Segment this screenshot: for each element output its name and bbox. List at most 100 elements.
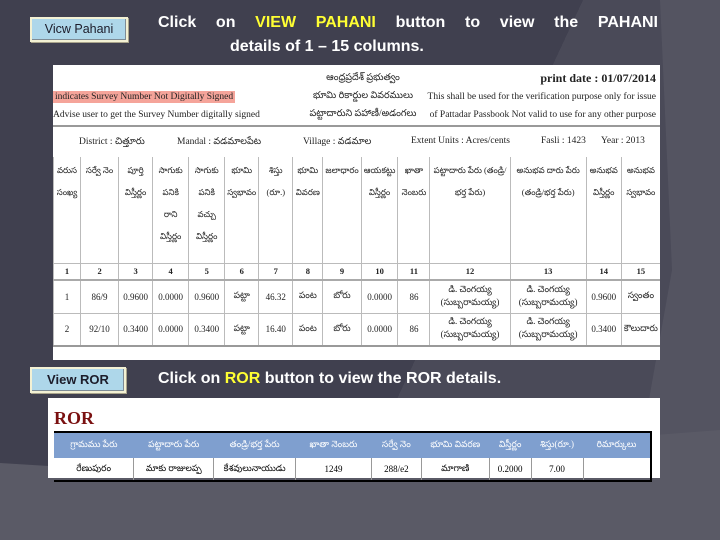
pahani-column-header: సాగుకు పనికి రాని విస్తీర్ణం: [152, 157, 189, 263]
ror-document: ROR గ్రామము పేరు పట్టాదారు పేరు తండ్రి/భర్…: [48, 398, 660, 482]
pahani-column-number-row: 1 2 3 4 5 6 7 8 9 10 11 12 13 14 15: [53, 262, 660, 281]
table-cell: రేణుపురం: [76, 462, 112, 473]
table-cell: 0.3400: [585, 313, 622, 347]
instruction-text: Click on: [158, 370, 225, 387]
pahani-column-number: 6: [224, 262, 259, 281]
ror-column-header: విస్తీర్ణం: [489, 432, 532, 458]
instruction-highlight: VIEW PAHANI: [255, 14, 376, 31]
pahani-meta: District : చిత్తూరు Mandal : వడమాలపేట Vi…: [53, 127, 660, 157]
table-cell: డి. చెంగయ్య (సుబ్బరామయ్య): [429, 313, 511, 347]
pahani-header-row: వరుస సంఖ్య సర్వే నెం పూర్తి విస్తీర్ణం సాగు…: [53, 157, 660, 263]
pahani-column-number: 7: [258, 262, 293, 281]
table-cell: 2: [53, 313, 81, 347]
pahani-column-header: అనుభవ స్వభావం: [620, 157, 660, 263]
pahani-instruction-line2: details of 1 – 15 columns.: [230, 38, 424, 55]
table-cell: 92/10: [80, 313, 119, 347]
table-row: రేణుపురం మాకు రాజులప్ప కేశవులునాయుడు 1249 28…: [54, 458, 651, 481]
table-cell: 86/9: [80, 280, 119, 314]
table-cell: పంట: [292, 313, 323, 347]
pahani-column-number: 2: [80, 262, 119, 281]
pahani-column-number: 9: [322, 262, 362, 281]
table-cell: పట్టా: [224, 313, 259, 347]
pahani-column-number: 4: [152, 262, 189, 281]
pahani-header: indicates Survey Number Not Digitally Si…: [53, 65, 660, 127]
fasli: Fasli : 1423: [541, 136, 586, 146]
government-title: ఆంధ్రప్రదేశ్ ప్రభుత్వం భూమి రికార్డుల వి…: [288, 69, 438, 123]
pahani-column-header: సర్వే నెం: [80, 157, 119, 263]
village: Village : వడమాల: [303, 137, 372, 147]
pahani-column-number: 12: [429, 262, 511, 281]
table-cell: 0.0000: [152, 313, 189, 347]
pahani-column-header: వరుస సంఖ్య: [53, 157, 81, 263]
table-cell: 288/e2: [370, 458, 422, 481]
table-cell: 46.32: [258, 280, 293, 314]
pahani-column-number: 5: [188, 262, 225, 281]
verification-note: of Pattadar Passbook Not valid to use fo…: [429, 110, 656, 120]
table-cell: మాకు రాజులప్ప: [133, 458, 214, 481]
pahani-column-header: అనుభవ విస్తీర్ణం: [585, 157, 622, 263]
view-pahani-button[interactable]: Vicw Pahani: [30, 17, 128, 42]
table-cell: 1: [53, 280, 81, 314]
pahani-column-number: 10: [360, 262, 398, 281]
gov-line: ఆంధ్రప్రదేశ్ ప్రభుత్వం: [326, 73, 400, 83]
table-cell: 0.0000: [360, 280, 398, 314]
table-cell: 7.00: [530, 458, 584, 481]
pahani-column-header: భూమి వివరణ: [292, 157, 323, 263]
print-date: print date : 01/07/2014: [540, 71, 656, 85]
table-cell: [582, 458, 651, 481]
instruction-highlight: ROR: [224, 370, 261, 387]
table-row: 1 86/9 0.9600 0.0000 0.9600 పట్టా 46.32 పంట బోరు…: [53, 280, 660, 314]
pahani-column-number: 8: [292, 262, 323, 281]
instruction-text: button to view the ROR details.: [260, 370, 502, 387]
ror-table: గ్రామము పేరు పట్టాదారు పేరు తండ్రి/భర్త పే…: [54, 431, 652, 482]
table-row: 2 92/10 0.3400 0.0000 0.3400 పట్టా 16.40 పంట బోర…: [53, 313, 660, 347]
table-cell: 0.9600: [188, 280, 225, 314]
table-cell: కేశవులునాయుడు: [213, 458, 296, 481]
instruction-text: button to view the PAHANI: [375, 14, 658, 31]
district: District : చిత్తూరు: [79, 137, 145, 147]
table-cell: మాగాణి: [420, 458, 490, 481]
table-cell: డి. చెంగయ్య (సుబ్బరామయ్య): [509, 313, 587, 347]
ror-column-header: తండ్రి/భర్త పేరు: [213, 432, 296, 458]
year: Year : 2013: [601, 136, 645, 146]
table-cell: బోరు: [322, 313, 362, 347]
pahani-column-header: భూమి స్వభావం: [224, 157, 259, 263]
table-cell: 1249: [295, 458, 372, 481]
pahani-column-header: అనుభవ దారు పేరు (తండ్రి/భర్త పేరు): [509, 157, 587, 263]
table-cell: 16.40: [258, 313, 293, 347]
table-cell: డి. చెంగయ్య (సుబ్బరామయ్య): [429, 280, 511, 314]
ror-column-header: ఖాతా నెంబరు: [295, 432, 372, 458]
table-cell: డి. చెంగయ్య (సుబ్బరామయ్య): [509, 280, 587, 314]
pahani-column-header: శిస్తు (రూ.): [258, 157, 293, 263]
unsigned-banner: indicates Survey Number Not Digitally Si…: [53, 91, 236, 103]
pahani-column-header: ఖాతా నెంబరు: [397, 157, 430, 263]
pahani-column-number: 1: [53, 262, 81, 281]
table-cell: స్వంతం: [620, 280, 660, 314]
pahani-document: indicates Survey Number Not Digitally Si…: [53, 65, 660, 360]
pahani-table: వరుస సంఖ్య సర్వే నెం పూర్తి విస్తీర్ణం సాగు…: [53, 157, 660, 347]
pahani-column-number: 14: [585, 262, 622, 281]
pahani-column-header: పూర్తి విస్తీర్ణం: [118, 157, 153, 263]
ror-title: ROR: [54, 408, 94, 428]
table-cell: కౌలుదారు: [620, 313, 660, 347]
table-cell: 86: [397, 280, 430, 314]
pahani-column-number: 11: [397, 262, 430, 281]
advise-text: Advise user to get the Survey Number dig…: [53, 110, 260, 120]
ror-column-header: పట్టాదారు పేరు: [133, 432, 214, 458]
pahani-column-number: 13: [509, 262, 587, 281]
instruction-text: Click on: [158, 14, 256, 31]
table-cell: బోరు: [322, 280, 362, 314]
table-cell: 0.3400: [118, 313, 153, 347]
ror-instruction: Click on ROR button to view the ROR deta…: [158, 370, 501, 388]
table-cell: 0.3400: [188, 313, 225, 347]
table-cell: 0.2000: [488, 458, 532, 481]
table-cell: పట్టా: [224, 280, 259, 314]
table-cell: 0.9600: [585, 280, 622, 314]
mandal: Mandal : వడమాలపేట: [177, 137, 262, 147]
ror-column-header: సర్వే నెం: [371, 432, 422, 458]
verification-note: This shall be used for the verification …: [427, 92, 656, 102]
ror-column-header: భూమి వివరణ: [421, 432, 490, 458]
extent-units: Extent Units : Acres/cents: [411, 136, 510, 146]
pahani-column-header: ఆయకట్టు విస్తీర్ణం: [360, 157, 398, 263]
view-ror-button[interactable]: View ROR: [30, 367, 126, 393]
